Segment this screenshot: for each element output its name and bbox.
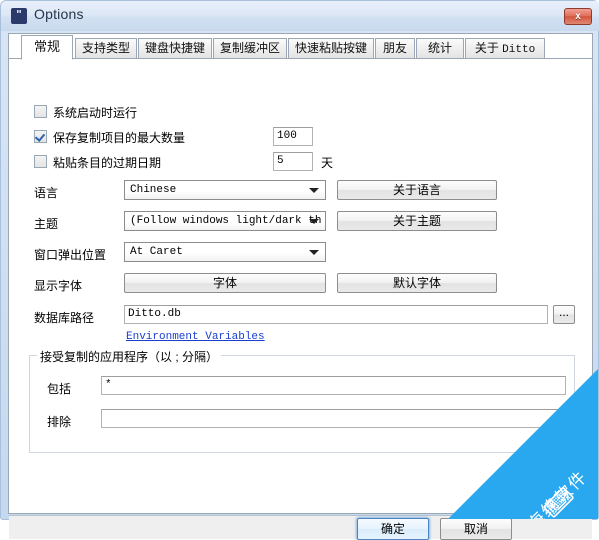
- client-area: 常规 支持类型 键盘快捷键 复制缓冲区 快速粘贴按键 朋友 统计 关于 Ditt…: [8, 33, 593, 540]
- db-path-label: 数据库路径: [34, 311, 95, 325]
- options-window: " Options x 常规 支持类型 键盘快捷键 复制缓冲区 快速粘贴按键 朋…: [0, 0, 599, 540]
- font-button[interactable]: 字体: [124, 273, 326, 293]
- exclude-input[interactable]: [101, 409, 566, 428]
- popup-position-select[interactable]: At Caret: [124, 242, 326, 262]
- app-icon-glyph: ": [16, 8, 22, 21]
- about-language-button[interactable]: 关于语言: [337, 180, 497, 200]
- about-theme-button[interactable]: 关于主题: [337, 211, 497, 231]
- expire-days-input[interactable]: 5: [273, 152, 313, 171]
- checkbox-run-on-startup[interactable]: [34, 105, 47, 118]
- tab-quick-paste[interactable]: 快速粘贴按键: [288, 38, 374, 59]
- checkbox-max-copy-count-label: 保存复制项目的最大数量: [53, 131, 186, 145]
- checkbox-expire-date[interactable]: [34, 155, 47, 168]
- tab-about-ditto-app: Ditto: [502, 44, 536, 56]
- cancel-button[interactable]: 取消: [440, 518, 512, 540]
- language-select-value: Chinese: [130, 184, 177, 196]
- db-browse-button[interactable]: ...: [553, 305, 575, 324]
- ok-button[interactable]: 确定: [357, 518, 429, 540]
- db-path-input[interactable]: Ditto.db: [124, 305, 548, 324]
- theme-label: 主题: [34, 217, 59, 231]
- checkbox-run-on-startup-label: 系统启动时运行: [53, 106, 138, 120]
- tab-strip: 常规 支持类型 键盘快捷键 复制缓冲区 快速粘贴按键 朋友 统计 关于 Ditt…: [9, 34, 592, 60]
- popup-position-label: 窗口弹出位置: [34, 248, 107, 262]
- popup-position-select-value: At Caret: [130, 246, 183, 258]
- general-settings-page: 系统启动时运行 保存复制项目的最大数量 100 粘贴条目的过期日期 5 天 语言…: [9, 59, 592, 539]
- default-font-button[interactable]: 默认字体: [337, 273, 497, 293]
- language-label: 语言: [34, 186, 59, 200]
- theme-select[interactable]: (Follow windows light/dark th: [124, 211, 326, 231]
- environment-variables-link[interactable]: Environment Variables: [126, 331, 265, 343]
- display-font-label: 显示字体: [34, 279, 83, 293]
- language-select[interactable]: Chinese: [124, 180, 326, 200]
- chevron-down-icon: [309, 250, 319, 255]
- tab-supported-types[interactable]: 支持类型: [75, 38, 137, 59]
- checkbox-max-copy-count[interactable]: [34, 130, 47, 143]
- max-copy-count-input[interactable]: 100: [273, 127, 313, 146]
- tab-copy-buffers[interactable]: 复制缓冲区: [213, 38, 287, 59]
- theme-select-value: (Follow windows light/dark th: [130, 215, 322, 227]
- chevron-down-icon: [309, 219, 319, 224]
- chevron-down-icon: [309, 188, 319, 193]
- tab-about-ditto[interactable]: 关于 Ditto: [465, 38, 545, 59]
- tab-general[interactable]: 常规: [21, 35, 73, 60]
- expire-days-unit-label: 天: [321, 156, 334, 170]
- app-icon: ": [11, 8, 27, 24]
- accepted-apps-groupbox: [29, 355, 575, 453]
- title-bar: " Options x: [1, 1, 599, 31]
- tab-stats[interactable]: 统计: [416, 38, 464, 59]
- close-icon[interactable]: x: [564, 8, 592, 25]
- tab-about-ditto-label: 关于: [474, 41, 499, 55]
- tab-friends[interactable]: 朋友: [375, 38, 415, 59]
- tab-keyboard-shortcuts[interactable]: 键盘快捷键: [138, 38, 212, 59]
- accepted-apps-group-title: 接受复制的应用程序（以 ; 分隔）: [37, 348, 222, 365]
- exclude-label: 排除: [47, 415, 72, 429]
- hidden-extra-button[interactable]: [506, 465, 564, 486]
- window-title: Options: [34, 6, 84, 22]
- include-label: 包括: [47, 382, 72, 396]
- checkbox-expire-date-label: 粘贴条目的过期日期: [53, 156, 162, 170]
- include-input[interactable]: *: [101, 376, 566, 395]
